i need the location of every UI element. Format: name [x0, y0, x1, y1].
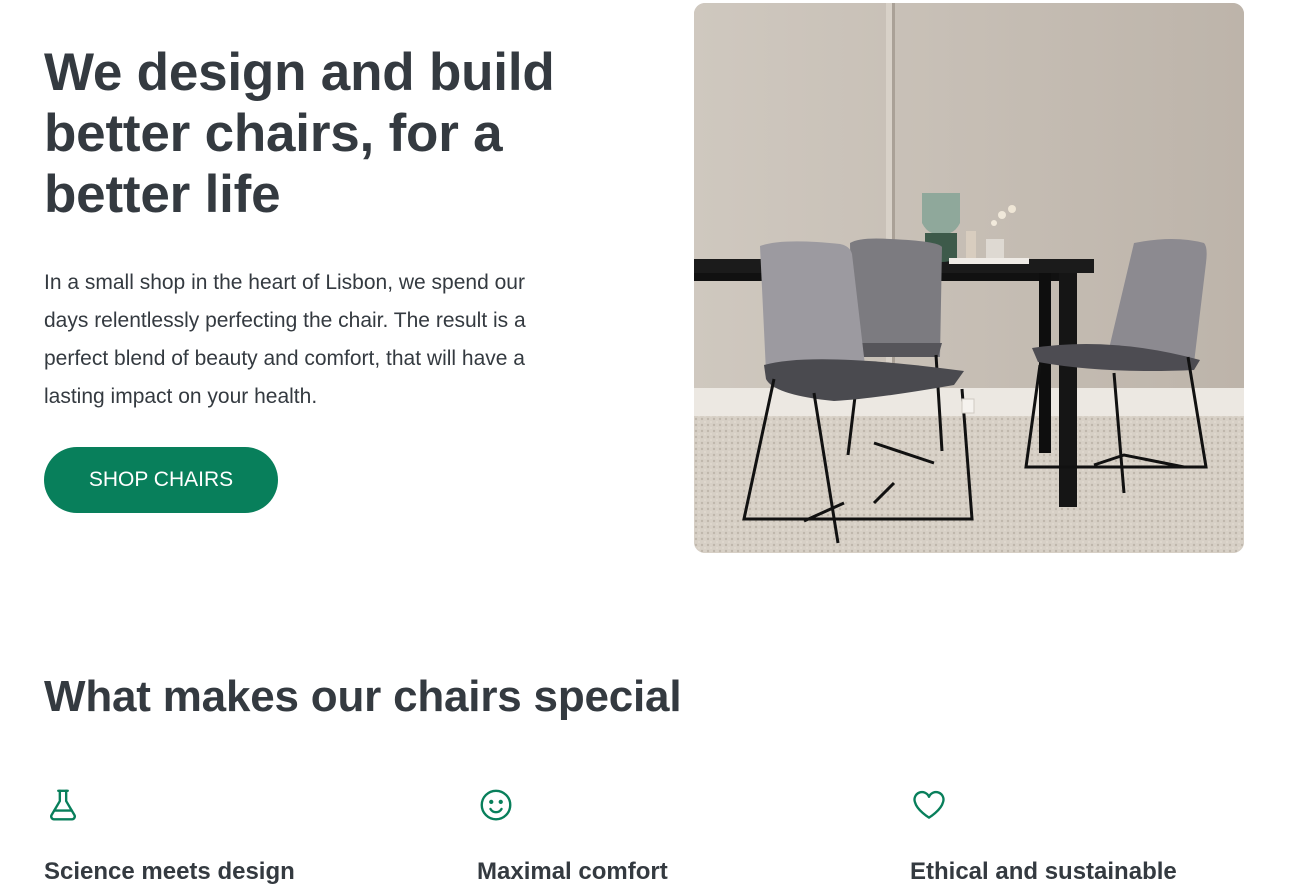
feature-title: Maximal comfort: [477, 858, 668, 885]
feature-science: Science meets design: [44, 786, 444, 885]
hero-image: [694, 3, 1244, 553]
flask-icon: [50, 789, 76, 821]
heart-icon: [913, 790, 945, 819]
feature-ethical: Ethical and sustainable: [910, 786, 1310, 885]
page: We design and build better chairs, for a…: [0, 0, 1315, 886]
smiley-icon: [480, 789, 512, 821]
feature-comfort: Maximal comfort: [477, 786, 877, 885]
shop-chairs-button[interactable]: SHOP CHAIRS: [44, 447, 278, 513]
feature-title: Ethical and sustainable: [910, 858, 1177, 885]
hero-title: We design and build better chairs, for a…: [44, 43, 555, 224]
feature-title: Science meets design: [44, 858, 295, 885]
hero-description: In a small shop in the heart of Lisbon, …: [44, 271, 526, 408]
dining-chairs-photo: [694, 3, 1244, 553]
features-section-title: What makes our chairs special: [44, 672, 682, 721]
